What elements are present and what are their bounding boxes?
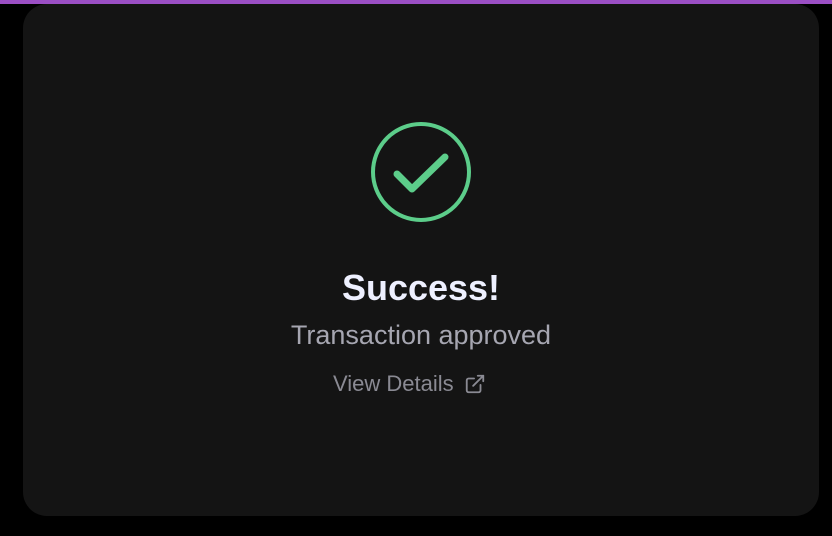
view-details-label: View Details [333, 371, 454, 396]
check-circle-icon [370, 121, 472, 223]
view-details-link[interactable]: View Details [333, 369, 486, 399]
external-link-icon [464, 373, 486, 395]
status-message: Transaction approved [290, 320, 552, 350]
success-card: Success! Transaction approved View Detai… [23, 4, 819, 516]
status-title: Success! [341, 267, 501, 308]
